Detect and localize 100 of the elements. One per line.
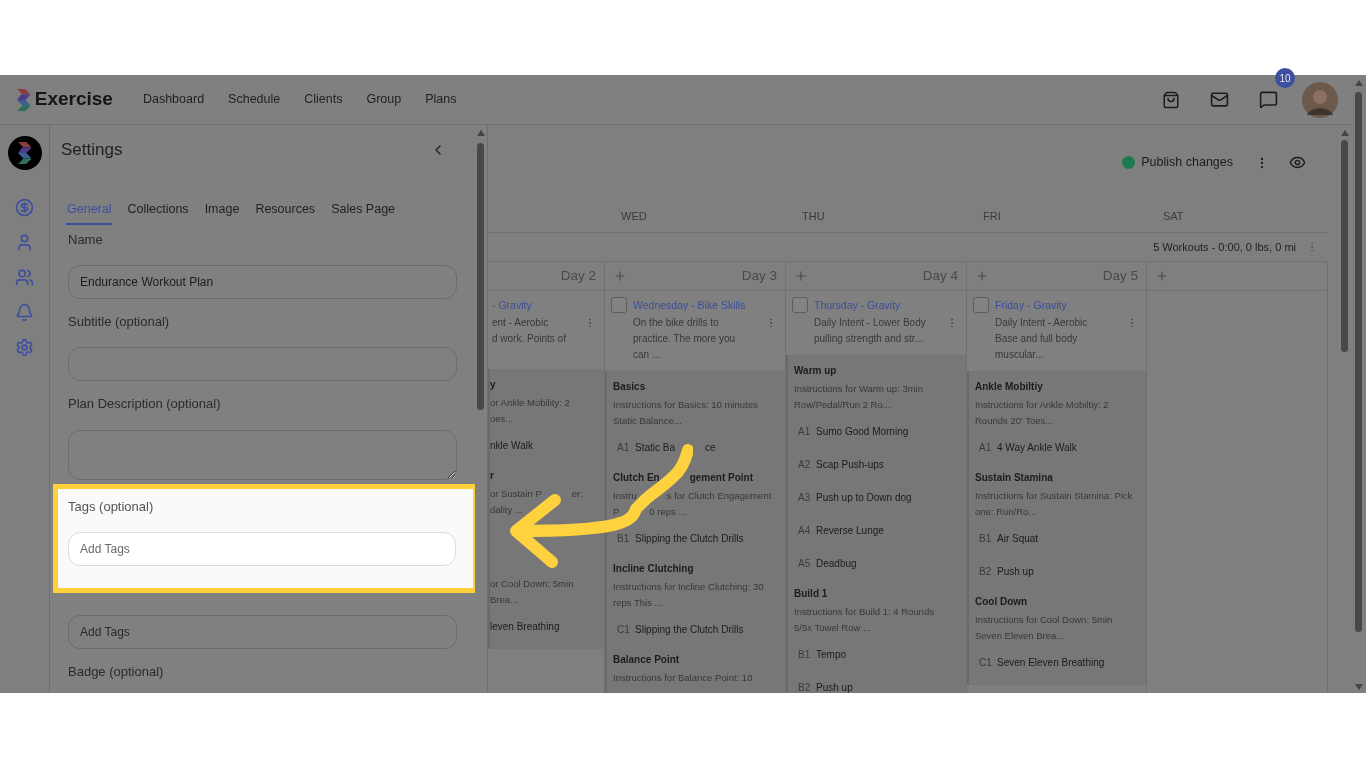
block-code: A5 bbox=[797, 556, 810, 571]
section-title: Ankle Mobiltiy bbox=[975, 380, 1044, 394]
block-code: A2 bbox=[797, 457, 810, 472]
drill-name[interactable]: Static Ba ce bbox=[635, 439, 716, 455]
drill-name[interactable]: Reverse Lunge bbox=[816, 522, 884, 538]
field-label: Name bbox=[68, 232, 104, 248]
weekday-label: SAT bbox=[1162, 208, 1185, 224]
nav-link[interactable]: Schedule bbox=[228, 90, 281, 109]
eye-icon[interactable] bbox=[1289, 154, 1306, 171]
text-field[interactable]: Add Tags bbox=[68, 615, 457, 649]
block-code: C1 bbox=[616, 622, 629, 637]
chat-icon[interactable] bbox=[1259, 90, 1278, 109]
drill-name[interactable]: Seven Eleven Breathing bbox=[997, 654, 1105, 670]
block-code: B1 bbox=[616, 531, 629, 546]
field-label: Plan Description (optional) bbox=[68, 396, 222, 412]
add-icon[interactable] bbox=[613, 269, 627, 283]
workspace-logo[interactable] bbox=[7, 136, 42, 170]
drill-name[interactable]: leven Breathing bbox=[490, 618, 560, 634]
panel-title: Settings bbox=[61, 139, 123, 162]
drill-name[interactable]: Tempo bbox=[816, 646, 846, 662]
workout-title[interactable]: Wednesday - Bike Skills bbox=[633, 297, 746, 313]
scroll-up-icon[interactable] bbox=[477, 130, 485, 136]
user-icon[interactable] bbox=[15, 233, 34, 252]
add-icon[interactable] bbox=[794, 269, 808, 283]
block-code: B2 bbox=[797, 680, 810, 693]
checkbox[interactable] bbox=[973, 297, 989, 313]
workout-title[interactable]: Friday - Gravity bbox=[995, 297, 1088, 313]
section-title: r bbox=[490, 469, 495, 483]
add-icon[interactable] bbox=[975, 269, 989, 283]
drill-name[interactable]: Air Squat bbox=[997, 530, 1039, 546]
week-summary: 5 Workouts - 0:00, 0 lbs, 0 mi bbox=[1153, 239, 1296, 255]
nav-link[interactable]: Plans bbox=[425, 90, 457, 109]
brand-name[interactable]: Exercise bbox=[34, 85, 113, 114]
tab[interactable]: Image bbox=[203, 195, 241, 225]
scrollbar-thumb[interactable] bbox=[1341, 140, 1348, 352]
checkbox[interactable] bbox=[792, 297, 808, 313]
logo-icon bbox=[17, 142, 32, 164]
field-label: Subtitle (optional) bbox=[68, 314, 171, 330]
workout-title[interactable]: Thursday - Gravity bbox=[814, 297, 926, 313]
workout-description: ent - Aerobic d work. Points of bbox=[492, 316, 566, 346]
drill-name[interactable]: nkle Walk bbox=[490, 437, 533, 453]
drill-name[interactable]: Push up bbox=[997, 563, 1034, 579]
workout-title[interactable]: - Gravity bbox=[492, 297, 566, 313]
block-code: B2 bbox=[978, 564, 991, 579]
tab[interactable]: Resources bbox=[254, 195, 317, 225]
mail-icon[interactable] bbox=[1210, 90, 1229, 109]
dollar-icon[interactable] bbox=[15, 198, 34, 217]
scrollbar-thumb[interactable] bbox=[1355, 92, 1362, 632]
block-code: A3 bbox=[797, 490, 810, 505]
avatar[interactable] bbox=[1302, 81, 1338, 118]
add-icon[interactable] bbox=[1155, 269, 1169, 283]
tab[interactable]: General bbox=[66, 195, 113, 225]
block-code: A1 bbox=[616, 440, 629, 455]
users-icon[interactable] bbox=[15, 268, 34, 287]
bell-icon[interactable] bbox=[15, 303, 34, 322]
publish-button[interactable]: Publish changes bbox=[1141, 153, 1233, 172]
nav-link[interactable]: Clients bbox=[304, 90, 343, 109]
section-title: Warm up bbox=[794, 364, 838, 378]
weekday-label: THU bbox=[801, 208, 826, 224]
block-code: B1 bbox=[978, 531, 991, 546]
section-title: Clutch En gement Point bbox=[613, 471, 754, 485]
section-title: Build 1 bbox=[794, 587, 829, 601]
section-instructions: Instructions for Ankle Mobiltiy: 2 Rounds 20' Toes... bbox=[975, 398, 1110, 428]
drill-name[interactable]: Deadbug bbox=[816, 555, 857, 571]
section-title: Balance Point bbox=[613, 653, 681, 667]
scroll-down-icon[interactable] bbox=[1355, 684, 1363, 690]
scroll-up-icon[interactable] bbox=[1355, 80, 1363, 86]
drill-name[interactable]: Slipping the Clutch Drills bbox=[635, 530, 744, 546]
drill-name[interactable]: Slipping the Clutch Drills bbox=[635, 621, 744, 637]
section-title: Incline Clutching bbox=[613, 562, 695, 576]
section-title: Basics bbox=[613, 380, 647, 394]
logo-icon bbox=[17, 88, 31, 111]
shopping-bag-icon[interactable] bbox=[1162, 90, 1180, 109]
workout-description: Daily Intent - Aerobic Base and full body muscular... bbox=[995, 316, 1088, 362]
drill-name[interactable]: 4 Way Ankle Walk bbox=[997, 439, 1077, 455]
checkbox[interactable] bbox=[611, 297, 627, 313]
field-label: Badge (optional) bbox=[68, 664, 165, 680]
workout-description: On the bike drills to practice. The more you can ... bbox=[633, 316, 737, 362]
field-label: Tags (optional) bbox=[68, 499, 155, 515]
settings-icon[interactable] bbox=[15, 338, 34, 357]
block-code: C1 bbox=[978, 655, 991, 670]
description-field[interactable] bbox=[68, 430, 457, 480]
block-code: A1 bbox=[797, 424, 810, 439]
drill-name[interactable]: Push up to Down dog bbox=[816, 489, 912, 505]
scroll-up-icon[interactable] bbox=[1341, 130, 1349, 136]
block-code: A4 bbox=[797, 523, 810, 538]
tab[interactable]: Sales Page bbox=[330, 195, 397, 225]
drill-name[interactable]: Push up bbox=[816, 679, 853, 693]
nav-link[interactable]: Dashboard bbox=[142, 90, 205, 109]
weekday-label: FRI bbox=[982, 208, 1002, 224]
drill-name[interactable]: Sumo Good Morning bbox=[816, 423, 909, 439]
block-code: B1 bbox=[797, 647, 810, 662]
tab[interactable]: Collections bbox=[126, 195, 190, 225]
drill-name[interactable]: Scap Push-ups bbox=[816, 456, 884, 472]
section-title: Cool Down bbox=[975, 595, 1029, 609]
nav-link[interactable]: Group bbox=[366, 90, 402, 109]
scrollbar-thumb[interactable] bbox=[477, 143, 484, 410]
notification-badge: 10 bbox=[1275, 68, 1295, 88]
text-field[interactable]: Endurance Workout Plan bbox=[68, 265, 457, 299]
section-instructions: Instructions for Balance Point: 10 bbox=[613, 671, 754, 685]
